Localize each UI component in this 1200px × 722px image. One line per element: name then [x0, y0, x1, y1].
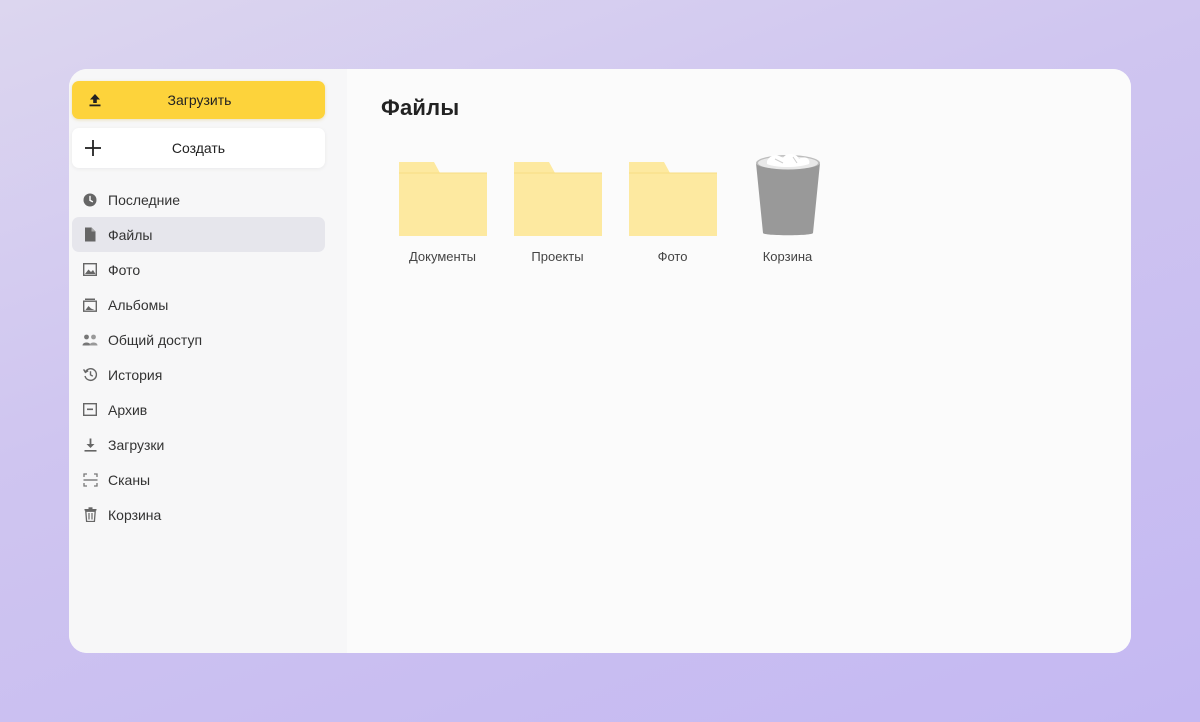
sidebar-item-label: Архив: [108, 401, 148, 418]
sidebar-item-trash[interactable]: Корзина: [72, 497, 325, 532]
history-icon: [82, 367, 98, 383]
sidebar-item-label: Фото: [108, 261, 141, 278]
folder-documents[interactable]: Документы: [385, 151, 500, 264]
folder-icon: [628, 151, 718, 237]
tile-label: Проекты: [531, 249, 584, 264]
upload-icon: [86, 91, 104, 109]
sidebar-item-label: Альбомы: [108, 296, 169, 313]
scan-icon: [82, 472, 98, 488]
tile-label: Документы: [408, 249, 476, 264]
sidebar-item-shared[interactable]: Общий доступ: [72, 322, 325, 357]
folder-icon: [513, 151, 603, 237]
people-icon: [82, 332, 98, 348]
sidebar-item-history[interactable]: История: [72, 357, 325, 392]
trash-bin[interactable]: Корзина: [730, 151, 845, 264]
create-button[interactable]: Создать: [72, 128, 325, 168]
sidebar-item-recent[interactable]: Последние: [72, 182, 325, 217]
main-content: Файлы Документы Проекты Фото Корзина: [347, 69, 1131, 653]
file-grid: Документы Проекты Фото Корзина: [385, 151, 1131, 264]
folder-icon: [398, 151, 488, 237]
trash-icon: [82, 507, 98, 523]
app-window: Загрузить Создать Последние Файлы Фото А…: [69, 69, 1131, 653]
plus-icon: [84, 139, 102, 157]
sidebar-item-archive[interactable]: Архив: [72, 392, 325, 427]
upload-button[interactable]: Загрузить: [72, 81, 325, 119]
sidebar-item-label: Последние: [108, 191, 181, 208]
sidebar-item-photo[interactable]: Фото: [72, 252, 325, 287]
sidebar-item-label: Файлы: [108, 226, 153, 243]
tile-label: Фото: [657, 249, 688, 264]
sidebar-nav: Последние Файлы Фото Альбомы Общий досту…: [72, 182, 347, 532]
create-button-label: Создать: [171, 140, 226, 156]
clock-icon: [82, 192, 98, 208]
sidebar: Загрузить Создать Последние Файлы Фото А…: [69, 69, 347, 653]
sidebar-item-albums[interactable]: Альбомы: [72, 287, 325, 322]
file-icon: [82, 227, 98, 243]
upload-button-label: Загрузить: [167, 92, 232, 108]
archive-icon: [82, 402, 98, 418]
folder-photo[interactable]: Фото: [615, 151, 730, 264]
sidebar-item-downloads[interactable]: Загрузки: [72, 427, 325, 462]
page-title: Файлы: [381, 95, 460, 120]
sidebar-item-scans[interactable]: Сканы: [72, 462, 325, 497]
folder-projects[interactable]: Проекты: [500, 151, 615, 264]
trash-bin-icon: [743, 151, 833, 237]
sidebar-item-label: Корзина: [108, 506, 162, 523]
sidebar-item-label: История: [108, 366, 163, 383]
sidebar-item-files[interactable]: Файлы: [72, 217, 325, 252]
download-icon: [82, 437, 98, 453]
sidebar-item-label: Сканы: [108, 471, 151, 488]
image-icon: [82, 262, 98, 278]
sidebar-item-label: Загрузки: [108, 436, 165, 453]
tile-label: Корзина: [762, 249, 813, 264]
sidebar-item-label: Общий доступ: [108, 331, 203, 348]
album-icon: [82, 297, 98, 313]
